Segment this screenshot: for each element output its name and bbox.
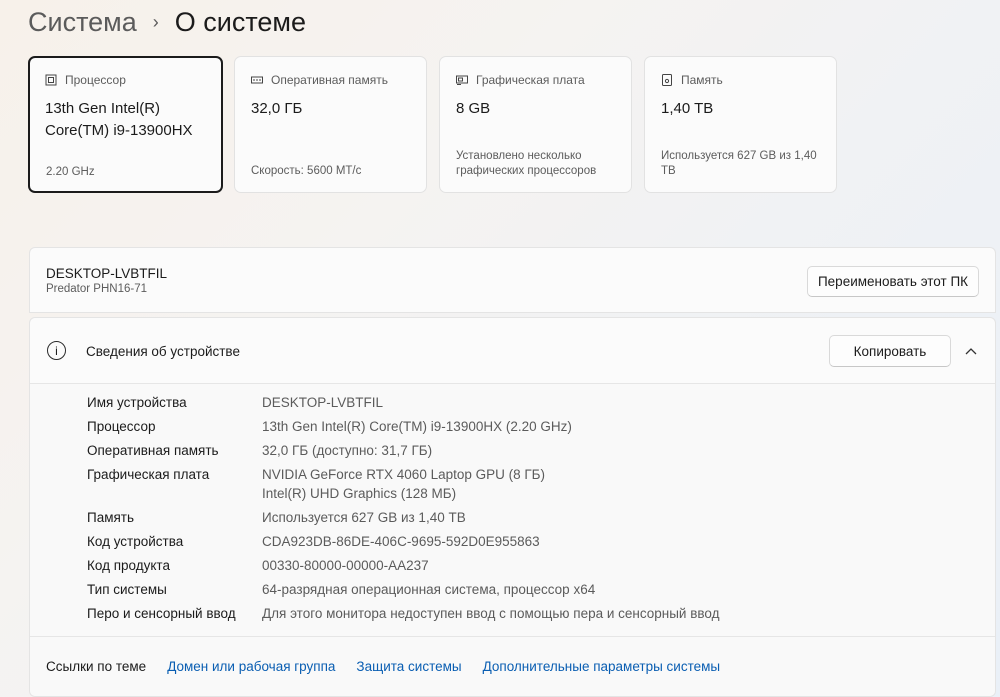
spec-row-graphics: Графическая плата NVIDIA GeForce RTX 406… (87, 466, 720, 503)
spec-row-system-type: Тип системы 64-разрядная операционная си… (87, 581, 720, 600)
cpu-icon (45, 74, 57, 86)
spec-card-value-line2: Core(TM) i9-13900HX (45, 122, 193, 139)
spec-card-sub: 2.20 GHz (46, 166, 95, 178)
spec-value-line2: Intel(R) UHD Graphics (128 МБ) (262, 485, 457, 501)
spec-row-product-id: Код продукта 00330-80000-00000-AA237 (87, 557, 720, 576)
spec-card-processor[interactable]: Процессор 13th Gen Intel(R) Core(TM) i9-… (28, 56, 223, 193)
spec-value: 00330-80000-00000-AA237 (262, 558, 429, 574)
spec-card-value: 32,0 ГБ (251, 100, 303, 117)
breadcrumb-parent-system[interactable]: Система (28, 7, 137, 38)
storage-icon (661, 74, 673, 86)
breadcrumb: Система › О системе (28, 4, 306, 40)
spec-row-ram: Оперативная память 32,0 ГБ (доступно: 31… (87, 442, 720, 461)
spec-card-sub-line2: графических процессоров (456, 165, 597, 177)
spec-key: Процессор (87, 419, 156, 435)
device-info-panel: i Сведения об устройстве Копировать Имя … (29, 317, 996, 697)
spec-key: Перо и сенсорный ввод (87, 606, 236, 622)
spec-card-value: 1,40 TB (661, 100, 714, 117)
device-info-title: Сведения об устройстве (86, 344, 240, 359)
spec-card-label: Память (681, 73, 723, 87)
spec-card-label: Графическая плата (476, 73, 585, 87)
related-links-bar: Ссылки по теме Домен или рабочая группа … (30, 636, 995, 696)
spec-card-value: 8 GB (456, 100, 491, 117)
spec-value: 13th Gen Intel(R) Core(TM) i9-13900HX (2… (262, 419, 572, 435)
spec-key: Оперативная память (87, 443, 219, 459)
copy-button[interactable]: Копировать (829, 335, 951, 367)
spec-row-processor: Процессор 13th Gen Intel(R) Core(TM) i9-… (87, 418, 720, 437)
spec-value: CDA923DB-86DE-406C-9695-592D0E955863 (262, 533, 540, 549)
spec-key: Тип системы (87, 582, 167, 598)
page-title: О системе (174, 6, 306, 37)
spec-row-pen-touch: Перо и сенсорный ввод Для этого монитора… (87, 605, 720, 624)
spec-card-graphics[interactable]: Графическая плата 8 GB Установлено неско… (439, 56, 632, 193)
spec-value: 64-разрядная операционная система, проце… (262, 582, 596, 598)
link-advanced-system-settings[interactable]: Дополнительные параметры системы (483, 659, 721, 674)
spec-value: Для этого монитора недоступен ввод с пом… (262, 606, 720, 622)
related-links-title: Ссылки по теме (46, 659, 147, 674)
spec-card-storage[interactable]: Память 1,40 TB Используется 627 GB из 1,… (644, 56, 837, 193)
device-spec-list: Имя устройства DESKTOP-LVBTFIL Процессор… (87, 394, 720, 629)
ram-icon (251, 74, 263, 86)
spec-key: Код продукта (87, 558, 170, 574)
spec-card-label: Оперативная память (271, 73, 388, 87)
chevron-up-icon[interactable] (965, 342, 977, 358)
spec-card-sub-line2: TB (661, 165, 676, 177)
rename-pc-button[interactable]: Переименовать этот ПК (807, 266, 979, 297)
link-system-protection[interactable]: Защита системы (356, 659, 461, 674)
spec-row-device-name: Имя устройства DESKTOP-LVBTFIL (87, 394, 720, 413)
spec-value: Используется 627 GB из 1,40 TB (262, 509, 466, 525)
info-icon: i (47, 341, 66, 360)
gpu-icon (456, 74, 468, 86)
spec-card-sub: Установлено несколько (456, 150, 582, 162)
spec-card-value: 13th Gen Intel(R) (45, 100, 161, 117)
chevron-right-icon: › (152, 11, 159, 32)
spec-value: DESKTOP-LVBTFIL (262, 395, 384, 410)
pc-name-bar: DESKTOP-LVBTFIL Predator PHN16-71 Переим… (29, 247, 996, 313)
spec-key: Код устройства (87, 533, 184, 549)
spec-row-storage: Память Используется 627 GB из 1,40 TB (87, 509, 720, 528)
spec-key: Имя устройства (87, 395, 187, 410)
spec-card-ram[interactable]: Оперативная память 32,0 ГБ Скорость: 560… (234, 56, 427, 193)
spec-key: Память (87, 509, 135, 525)
spec-card-label: Процессор (65, 73, 126, 87)
spec-value: 32,0 ГБ (доступно: 31,7 ГБ) (262, 443, 433, 459)
spec-value: NVIDIA GeForce RTX 4060 Laptop GPU (8 ГБ… (262, 467, 546, 483)
spec-card-sub: Используется 627 GB из 1,40 (661, 150, 817, 162)
spec-card-sub: Скорость: 5600 МТ/с (251, 165, 362, 177)
device-info-header[interactable]: i Сведения об устройстве Копировать (30, 318, 995, 384)
link-domain-workgroup[interactable]: Домен или рабочая группа (167, 659, 335, 674)
spec-key: Графическая плата (87, 467, 210, 483)
spec-row-device-id: Код устройства CDA923DB-86DE-406C-9695-5… (87, 533, 720, 552)
